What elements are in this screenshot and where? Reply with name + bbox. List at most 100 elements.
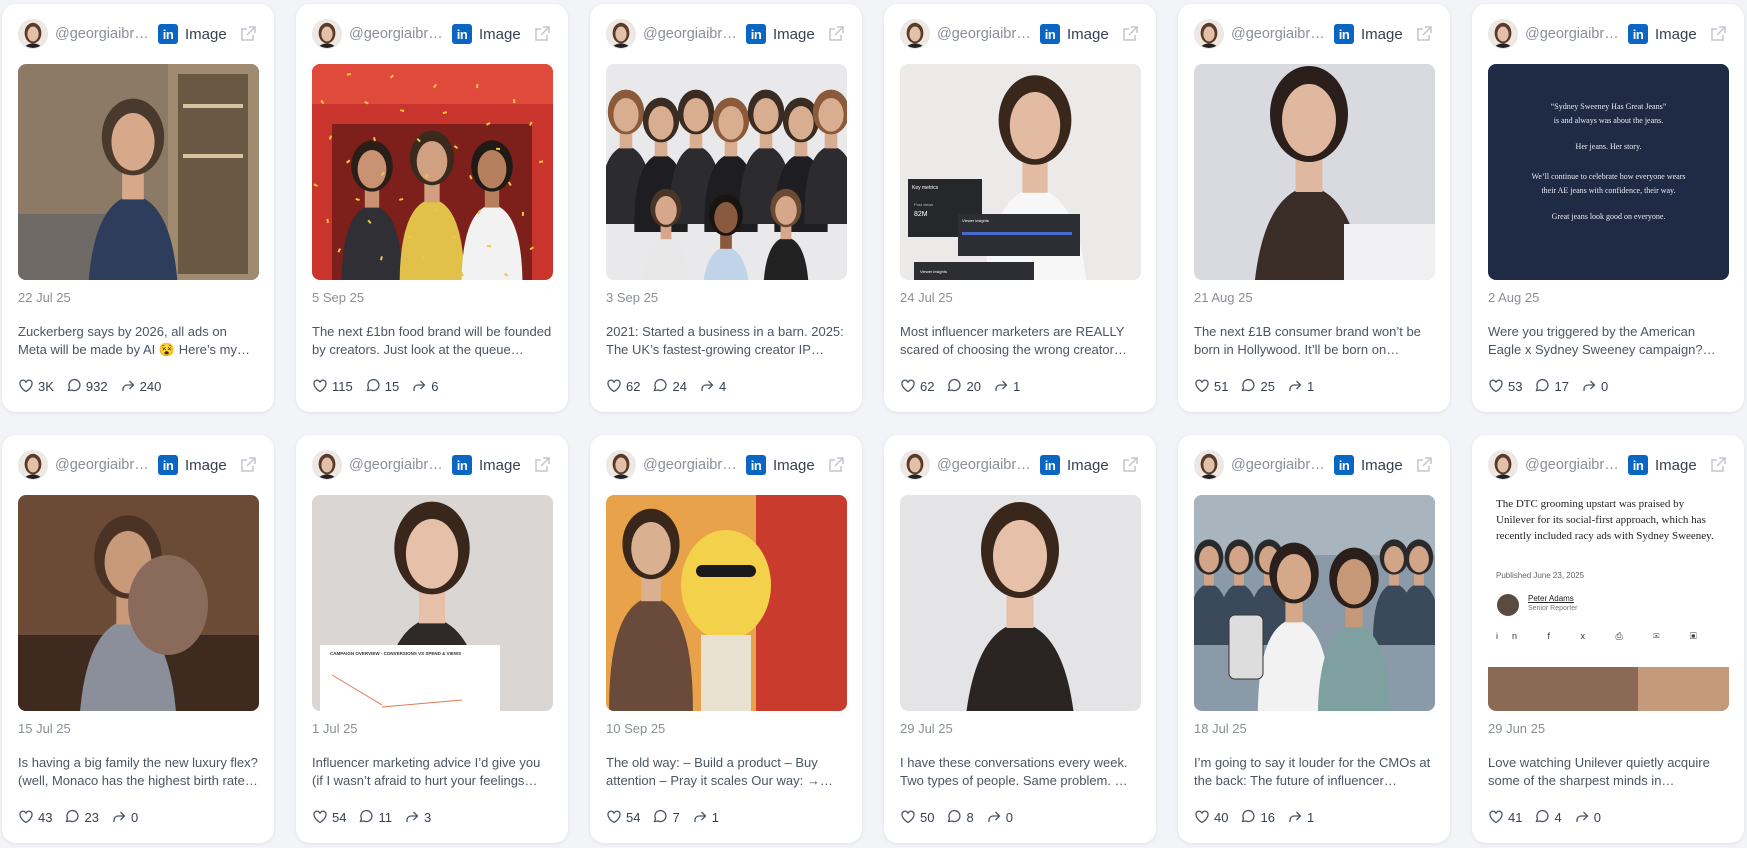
comment-icon <box>948 378 962 392</box>
likes-stat: 3K <box>18 378 54 394</box>
author-handle[interactable]: @georgiaibrahim <box>1525 26 1623 42</box>
likes-stat: 50 <box>900 809 934 825</box>
post-thumbnail[interactable] <box>18 495 259 711</box>
post-thumbnail[interactable] <box>312 64 553 280</box>
avatar <box>1194 450 1224 480</box>
comments-count: 7 <box>672 809 680 825</box>
share-icon <box>995 380 1008 391</box>
heart-icon <box>1489 810 1503 824</box>
author-handle[interactable]: @georgiaibrahim <box>349 457 447 473</box>
likes-stat: 54 <box>312 809 346 825</box>
comment-icon <box>360 809 374 823</box>
post-card[interactable]: @georgiaibrahim in Image Key metrics Post… <box>884 4 1156 412</box>
post-card[interactable]: @georgiaibrahim in Image CAMPAIGN OVERVI… <box>296 435 568 843</box>
external-link-icon[interactable] <box>826 455 846 475</box>
engagement-stats: 43 23 0 <box>18 809 258 825</box>
comments-stat: 7 <box>652 809 680 825</box>
author-handle[interactable]: @georgiaibrahim <box>55 26 153 42</box>
card-header: @georgiaibrahim in Image <box>1488 18 1728 50</box>
post-thumbnail[interactable] <box>1194 64 1435 280</box>
external-link-icon[interactable] <box>532 24 552 44</box>
post-card[interactable]: @georgiaibrahim in Image 15 Jul 25 Is ha… <box>2 435 274 843</box>
post-thumbnail[interactable]: The DTC grooming upstart was praised by … <box>1488 495 1729 711</box>
comments-stat: 8 <box>946 809 974 825</box>
external-link-icon[interactable] <box>826 24 846 44</box>
author-handle[interactable]: @georgiaibrahim <box>1231 457 1329 473</box>
author-handle[interactable]: @georgiaibrahim <box>1231 26 1329 42</box>
avatar <box>312 19 342 49</box>
share-icon <box>113 811 126 822</box>
external-link-icon[interactable] <box>1708 455 1728 475</box>
avatar <box>18 19 48 49</box>
thumbnail-text-line: is and always was about the jeans. <box>1553 116 1664 125</box>
post-card[interactable]: @georgiaibrahim in Image 5 Sep 25 The <box>296 4 568 412</box>
shares-stat: 3 <box>404 809 431 825</box>
likes-count: 54 <box>332 809 347 825</box>
external-link-icon[interactable] <box>1414 455 1434 475</box>
post-type-label: Image <box>773 25 815 43</box>
engagement-stats: 62 20 1 <box>900 378 1140 394</box>
post-type-label: Image <box>773 456 815 474</box>
post-thumbnail[interactable] <box>606 495 847 711</box>
article-author-role: Senior Reporter <box>1528 605 1578 612</box>
post-card[interactable]: @georgiaibrahim in Image 29 Jul 25 I hav… <box>884 435 1156 843</box>
post-date: 29 Jun 25 <box>1488 721 1546 736</box>
post-thumbnail[interactable] <box>1194 495 1435 711</box>
post-thumbnail[interactable]: “Sydney Sweeney Has Great Jeans” is and a… <box>1488 64 1729 280</box>
thumbnail-text-line: their AE jeans with confidence, their wa… <box>1541 186 1676 195</box>
shares-stat: 4 <box>699 378 726 394</box>
external-link-icon[interactable] <box>532 455 552 475</box>
comment-icon <box>67 378 81 392</box>
post-date: 29 Jul 25 <box>900 721 953 736</box>
comments-count: 932 <box>85 378 108 394</box>
card-header: @georgiaibrahim in Image <box>606 449 846 481</box>
comments-stat: 20 <box>946 378 981 394</box>
post-date: 3 Sep 25 <box>606 290 659 305</box>
post-thumbnail[interactable] <box>18 64 259 280</box>
engagement-stats: 3K 932 240 <box>18 378 258 394</box>
linkedin-icon: in <box>158 24 178 44</box>
external-link-icon[interactable] <box>238 455 258 475</box>
heart-icon <box>19 379 33 393</box>
external-link-icon[interactable] <box>1708 24 1728 44</box>
card-header: @georgiaibrahim in Image <box>312 18 552 50</box>
post-thumbnail[interactable] <box>900 495 1141 711</box>
external-link-icon[interactable] <box>1120 24 1140 44</box>
post-type-label: Image <box>479 25 521 43</box>
author-handle[interactable]: @georgiaibrahim <box>643 26 741 42</box>
post-card[interactable]: @georgiaibrahim in Image 10 Sep 25 The o… <box>590 435 862 843</box>
author-handle[interactable]: @georgiaibrahim <box>349 26 447 42</box>
share-icon <box>413 380 426 391</box>
post-type-label: Image <box>479 456 521 474</box>
svg-text:Viewer insights: Viewer insights <box>962 218 989 223</box>
post-card[interactable]: @georgiaibrahim in Image <box>590 4 862 412</box>
linkedin-icon: in <box>1334 24 1354 44</box>
author-handle[interactable]: @georgiaibrahim <box>643 457 741 473</box>
author-handle[interactable]: @georgiaibrahim <box>937 26 1035 42</box>
linkedin-icon: in <box>1628 455 1648 475</box>
comment-icon <box>66 809 80 823</box>
author-handle[interactable]: @georgiaibrahim <box>1525 457 1623 473</box>
post-card[interactable]: @georgiaibrahim in Image 21 Aug 25 The n… <box>1178 4 1450 412</box>
shares-count: 1 <box>1306 809 1315 825</box>
svg-text:82M: 82M <box>914 211 928 218</box>
post-thumbnail[interactable]: Key metrics Post views 82M Viewer insights… <box>900 64 1141 280</box>
external-link-icon[interactable] <box>1414 24 1434 44</box>
author-handle[interactable]: @georgiaibrahim <box>937 457 1035 473</box>
post-card[interactable]: @georgiaibrahim in Image <box>1178 435 1450 843</box>
post-caption: Most influencer marketers are REALLY sca… <box>900 324 1127 357</box>
external-link-icon[interactable] <box>238 24 258 44</box>
post-type-label: Image <box>1361 456 1403 474</box>
comment-icon <box>1536 809 1550 823</box>
post-card[interactable]: @georgiaibrahim in Image “Sydney Sweeney… <box>1472 4 1744 412</box>
article-author: Peter Adams <box>1528 594 1574 603</box>
author-handle[interactable]: @georgiaibrahim <box>55 457 153 473</box>
post-thumbnail[interactable]: CAMPAIGN OVERVIEW - CONVERSIONS VS SPEND… <box>312 495 553 711</box>
post-card[interactable]: @georgiaibrahim in Image The DTC groomin… <box>1472 435 1744 843</box>
likes-count: 54 <box>626 809 641 825</box>
post-card[interactable]: @georgiaibrahim in Image 22 Jul 25 Zucke… <box>2 4 274 412</box>
svg-text:Viewer insights: Viewer insights <box>920 269 947 274</box>
post-thumbnail[interactable] <box>606 64 847 280</box>
external-link-icon[interactable] <box>1120 455 1140 475</box>
post-date: 1 Jul 25 <box>312 721 358 736</box>
